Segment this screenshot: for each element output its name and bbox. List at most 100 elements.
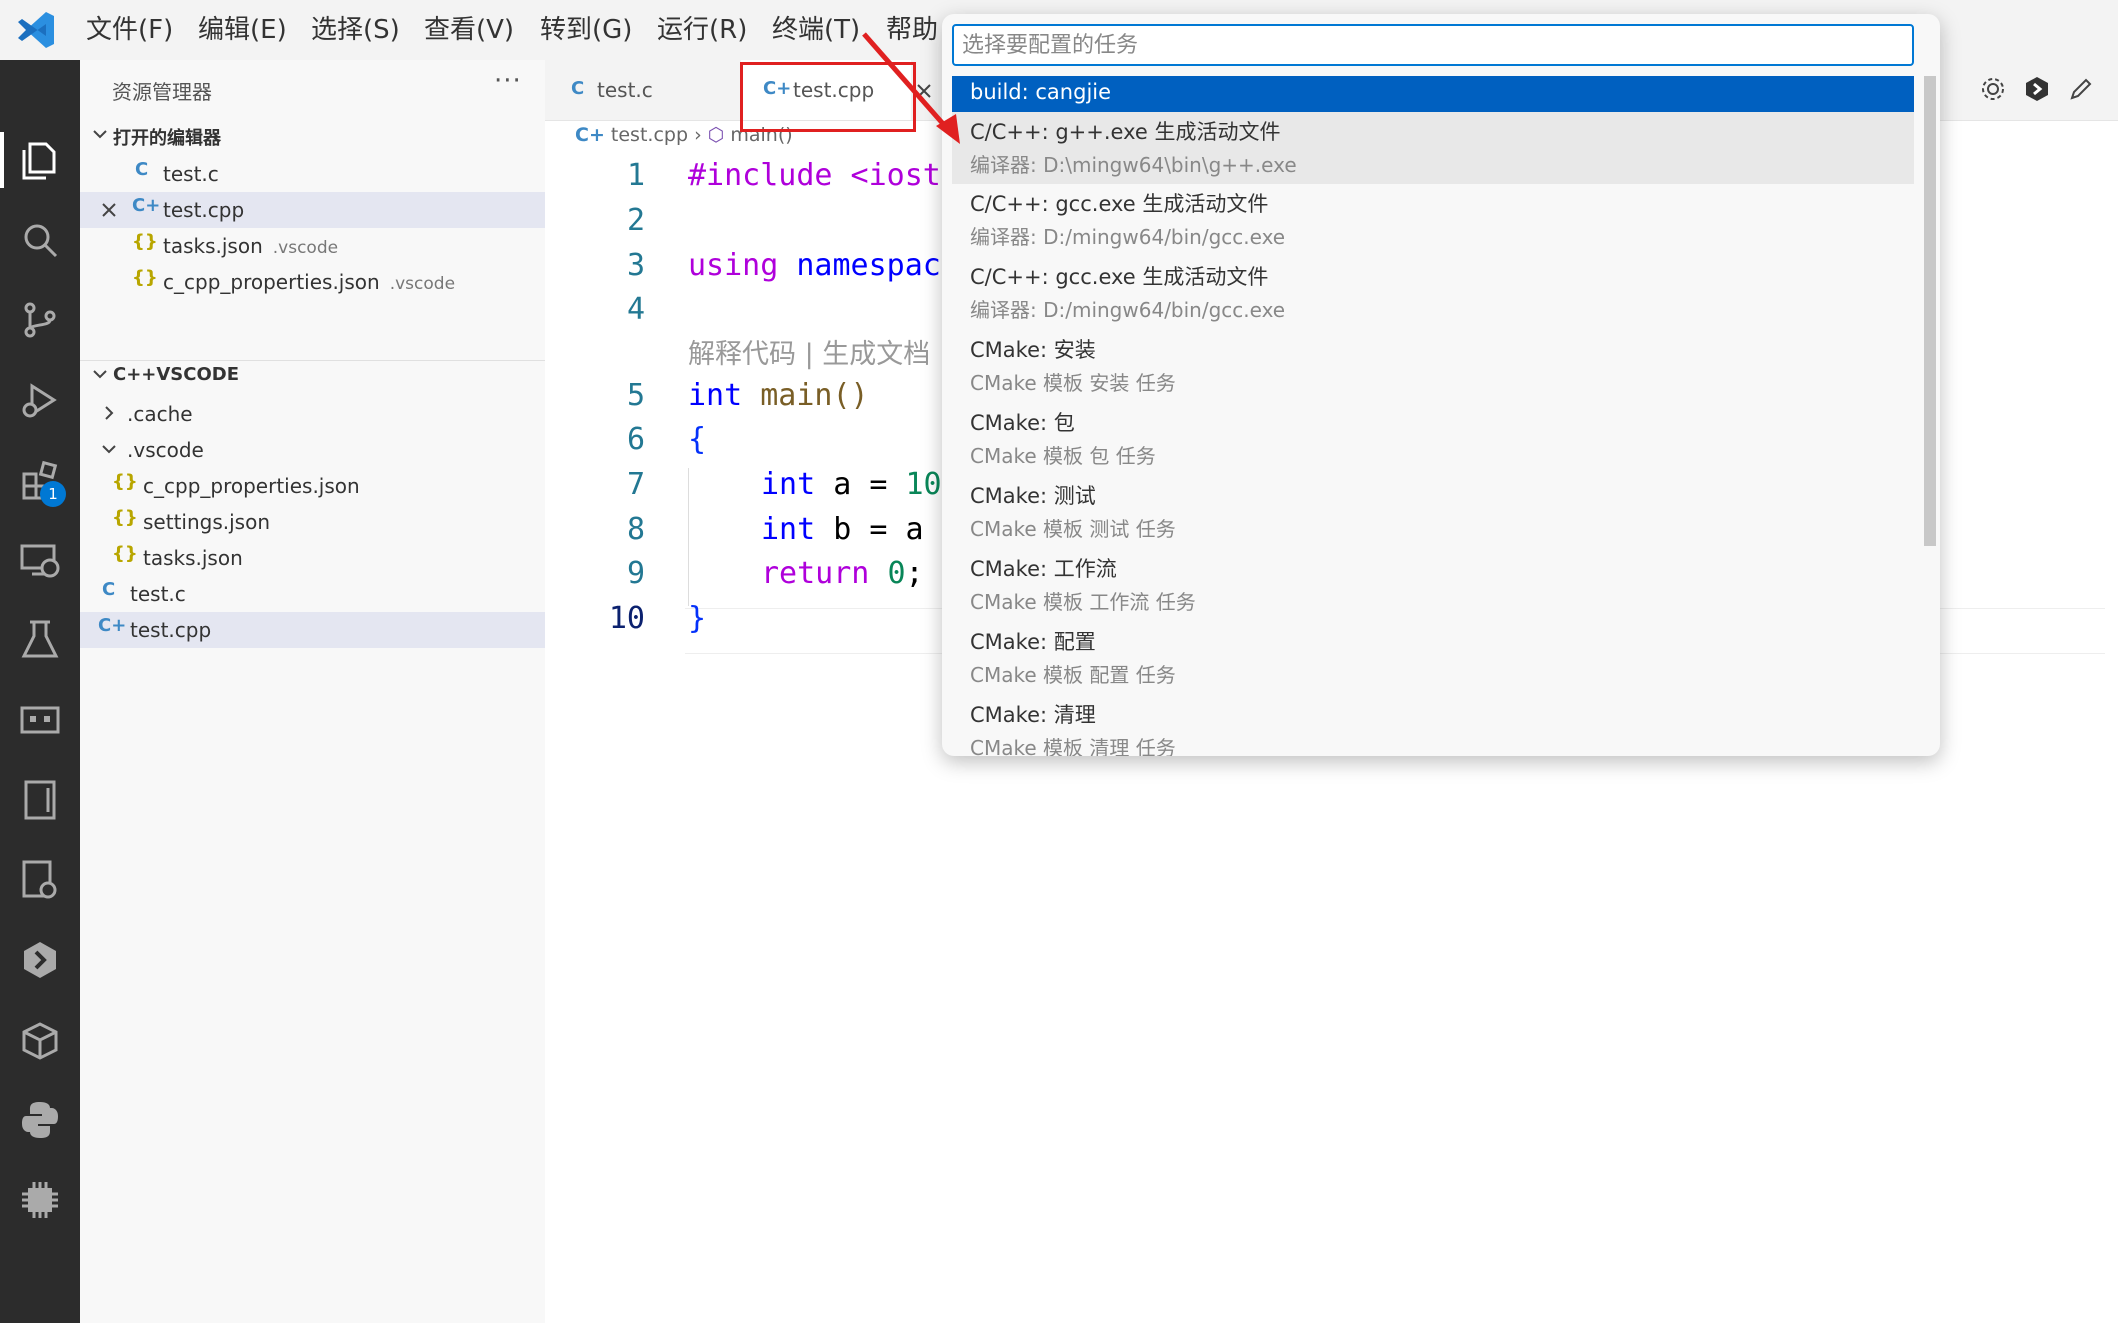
codelens[interactable]: 解释代码 | 生成文档 bbox=[688, 332, 930, 371]
menu-file[interactable]: 文件(F) bbox=[86, 12, 173, 48]
extensions-badge: 1 bbox=[40, 481, 66, 507]
task-item[interactable]: C/C++: g++.exe 生成活动文件 编译器: D:\mingw64\bi… bbox=[952, 112, 1914, 184]
line-number: 6 bbox=[626, 422, 645, 457]
pencil-icon[interactable] bbox=[2066, 74, 2096, 104]
file-tasks-json[interactable]: {} tasks.json bbox=[80, 540, 545, 576]
code-line-8[interactable]: int b = a bbox=[761, 512, 924, 547]
code-line-6[interactable]: { bbox=[688, 422, 706, 457]
task-label: C/C++: g++.exe 生成活动文件 bbox=[970, 120, 1281, 144]
menu-terminal[interactable]: 终端(T) bbox=[772, 12, 860, 48]
folder-cache[interactable]: .cache bbox=[80, 396, 545, 432]
task-item[interactable]: CMake: 测试 CMake 模板 测试 任务 bbox=[952, 476, 1914, 549]
task-search-input[interactable] bbox=[952, 24, 1914, 66]
task-item[interactable]: build: cangjie bbox=[952, 76, 1914, 112]
line-number: 4 bbox=[626, 292, 645, 327]
search-icon[interactable] bbox=[18, 218, 62, 262]
active-indicator bbox=[0, 132, 4, 188]
remote-explorer-icon[interactable] bbox=[18, 538, 62, 582]
open-editor-tasks-json[interactable]: {} tasks.json .vscode bbox=[80, 228, 545, 264]
task-quick-pick: build: cangjie C/C++: g++.exe 生成活动文件 编译器… bbox=[942, 14, 1940, 756]
json-file-icon: {} bbox=[112, 471, 138, 492]
settings-sync-icon[interactable] bbox=[18, 858, 62, 902]
code-line-3[interactable]: using namespac bbox=[688, 248, 941, 283]
c-file-icon: C bbox=[102, 579, 116, 600]
file-test-cpp[interactable]: C+ test.cpp bbox=[80, 612, 545, 648]
open-editor-c-cpp-properties[interactable]: {} c_cpp_properties.json .vscode bbox=[80, 264, 545, 300]
chevron-down-icon bbox=[93, 370, 107, 379]
source-control-icon[interactable] bbox=[18, 298, 62, 342]
task-item[interactable]: C/C++: gcc.exe 生成活动文件 编译器: D:/mingw64/bi… bbox=[952, 184, 1914, 257]
json-file-icon: {} bbox=[132, 231, 158, 252]
chip-icon[interactable] bbox=[18, 1178, 62, 1222]
line-number: 2 bbox=[626, 203, 645, 238]
line-number: 8 bbox=[626, 512, 645, 547]
panel-icon[interactable] bbox=[18, 698, 62, 742]
vscode-logo-icon bbox=[18, 12, 54, 48]
code-text: ; bbox=[905, 556, 924, 591]
keyword: return bbox=[761, 556, 870, 591]
explorer-sidebar: 资源管理器 ··· 打开的编辑器 C test.c C+ test.cpp {}… bbox=[80, 60, 546, 1323]
task-item[interactable]: CMake: 包 CMake 模板 包 任务 bbox=[952, 403, 1914, 476]
notebook-icon[interactable] bbox=[18, 778, 62, 822]
menu-go[interactable]: 转到(G) bbox=[540, 12, 632, 48]
cpp-file-icon: C+ bbox=[575, 124, 605, 146]
gear-icon[interactable] bbox=[1978, 74, 2008, 104]
line-number: 9 bbox=[626, 556, 645, 591]
file-settings-json[interactable]: {} settings.json bbox=[80, 504, 545, 540]
task-label: CMake: 包 bbox=[970, 411, 1075, 435]
indent-guide bbox=[688, 468, 689, 606]
workspace-header[interactable]: C++VSCODE bbox=[80, 360, 545, 396]
scrollbar[interactable] bbox=[1924, 76, 1936, 546]
breadcrumb-file[interactable]: test.cpp bbox=[611, 124, 688, 146]
code-line-1[interactable]: #include <iost bbox=[688, 158, 941, 193]
code-line-10[interactable]: } bbox=[688, 601, 706, 636]
folder-vscode[interactable]: .vscode bbox=[80, 432, 545, 468]
testing-icon[interactable] bbox=[18, 618, 62, 662]
task-detail: 编译器: D:/mingw64/bin/gcc.exe bbox=[970, 298, 1286, 322]
task-detail: CMake 模板 安装 任务 bbox=[970, 371, 1176, 395]
code-line-7[interactable]: int a = 10 bbox=[761, 467, 942, 502]
task-item[interactable]: CMake: 清理 CMake 模板 清理 任务 bbox=[952, 695, 1914, 756]
open-editors-header[interactable]: 打开的编辑器 bbox=[80, 120, 545, 156]
menu-view[interactable]: 查看(V) bbox=[424, 12, 514, 48]
files-icon[interactable] bbox=[18, 138, 62, 182]
method-icon: ⬡ bbox=[707, 124, 725, 146]
code-line-9[interactable]: return 0; bbox=[761, 556, 924, 591]
task-label: CMake: 安装 bbox=[970, 338, 1096, 362]
line-number: 3 bbox=[626, 248, 645, 283]
open-editor-test-c[interactable]: C test.c bbox=[80, 156, 545, 192]
menu-edit[interactable]: 编辑(E) bbox=[198, 12, 287, 48]
tab-test-c[interactable]: C test.c bbox=[545, 60, 735, 120]
cpp-file-icon: C+ bbox=[132, 195, 161, 216]
container-icon[interactable] bbox=[18, 1018, 62, 1062]
task-item[interactable]: C/C++: gcc.exe 生成活动文件 编译器: D:/mingw64/bi… bbox=[952, 257, 1914, 330]
task-item[interactable]: CMake: 工作流 CMake 模板 工作流 任务 bbox=[952, 549, 1914, 622]
menu-selection[interactable]: 选择(S) bbox=[311, 12, 400, 48]
cangjie-run-icon[interactable] bbox=[2022, 74, 2052, 104]
line-number: 5 bbox=[626, 378, 645, 413]
python-icon[interactable] bbox=[18, 1098, 62, 1142]
cangjie-icon[interactable] bbox=[18, 938, 62, 982]
task-item[interactable]: CMake: 配置 CMake 模板 配置 任务 bbox=[952, 622, 1914, 695]
json-file-icon: {} bbox=[132, 267, 158, 288]
keyword: int bbox=[688, 378, 743, 413]
task-detail: CMake 模板 清理 任务 bbox=[970, 736, 1176, 756]
code-line-5[interactable]: int main() bbox=[688, 378, 869, 413]
open-editor-test-cpp[interactable]: C+ test.cpp bbox=[80, 192, 545, 228]
close-icon[interactable] bbox=[100, 201, 118, 219]
file-c-cpp-properties[interactable]: {} c_cpp_properties.json bbox=[80, 468, 545, 504]
line-number: 10 bbox=[608, 601, 645, 636]
keyword: namespac bbox=[778, 248, 941, 283]
task-label: CMake: 清理 bbox=[970, 703, 1096, 727]
number-literal: 0 bbox=[887, 556, 906, 591]
task-label: build: cangjie bbox=[970, 80, 1112, 104]
chevron-right-icon: › bbox=[694, 124, 702, 146]
menu-run[interactable]: 运行(R) bbox=[657, 12, 747, 48]
file-test-c[interactable]: C test.c bbox=[80, 576, 545, 612]
run-debug-icon[interactable] bbox=[18, 378, 62, 422]
task-label: CMake: 测试 bbox=[970, 484, 1096, 508]
more-actions-icon[interactable]: ··· bbox=[494, 66, 522, 96]
number-literal: 10 bbox=[905, 467, 942, 502]
task-list: build: cangjie C/C++: g++.exe 生成活动文件 编译器… bbox=[952, 76, 1914, 756]
task-item[interactable]: CMake: 安装 CMake 模板 安装 任务 bbox=[952, 330, 1914, 403]
